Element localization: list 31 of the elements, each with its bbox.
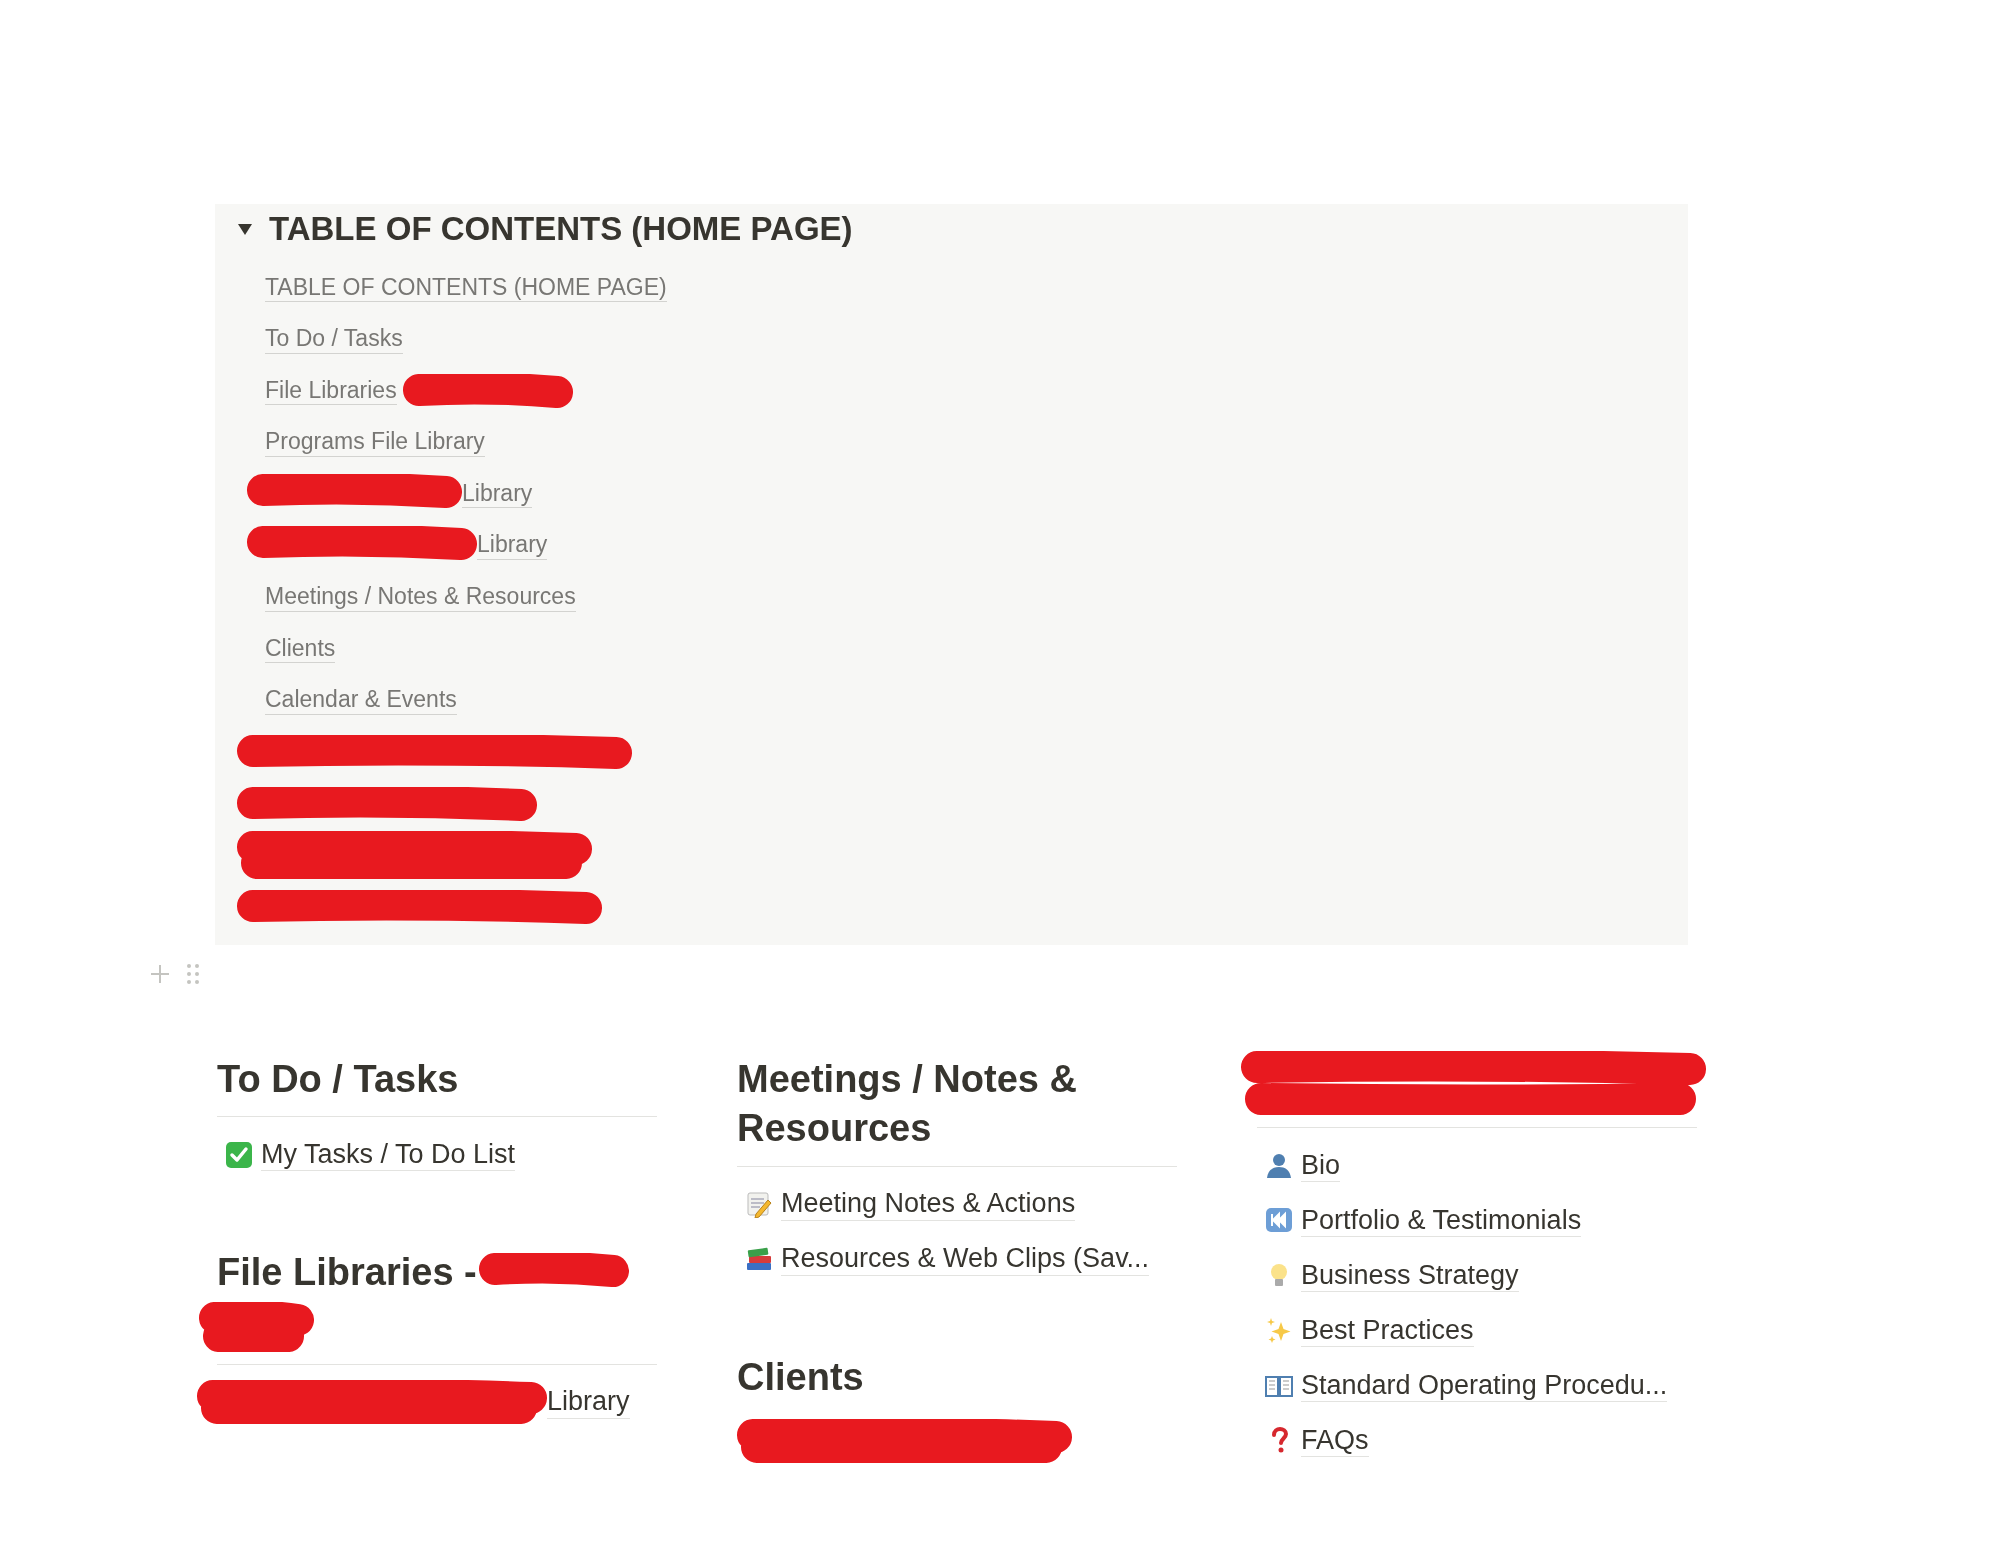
toc-link[interactable]: To Do / Tasks (265, 325, 403, 354)
toc-link[interactable]: Library (462, 479, 533, 509)
rewind-icon (1265, 1206, 1293, 1235)
page-link[interactable]: Bio (1301, 1148, 1341, 1182)
page-link[interactable]: Business Strategy (1301, 1258, 1519, 1292)
section-heading: Clients (737, 1354, 865, 1400)
toc-link[interactable]: Calendar & Events (265, 686, 457, 715)
page-link[interactable]: Standard Operating Procedu... (1301, 1368, 1668, 1402)
checkmark-icon (225, 1140, 253, 1169)
section-heading: File Libraries - (217, 1250, 477, 1296)
toc-link[interactable]: File Libraries (265, 376, 397, 406)
toc-link[interactable]: Programs File Library (265, 428, 485, 457)
toc-link[interactable]: TABLE OF CONTENTS (HOME PAGE) (265, 273, 667, 303)
page-link[interactable]: Resources & Web Clips (Sav... (781, 1242, 1150, 1276)
section-heading: Meetings / Notes & Resources (737, 1056, 1078, 1152)
page-link[interactable]: Library (547, 1385, 630, 1419)
toc-link[interactable]: Meetings / Notes & Resources (265, 583, 576, 612)
page-link[interactable]: My Tasks / To Do List (261, 1137, 516, 1172)
toc-link[interactable]: Clients (265, 634, 336, 664)
toc-link[interactable]: Library (477, 531, 548, 561)
page-link[interactable]: FAQs (1301, 1423, 1369, 1457)
drag-handle-icon[interactable] (186, 961, 200, 986)
toggle-triangle-icon[interactable] (237, 222, 253, 236)
section-heading: To Do / Tasks (217, 1056, 460, 1102)
toggle-title: TABLE OF CONTENTS (HOME PAGE) (269, 209, 853, 250)
memo-pencil-icon (745, 1190, 773, 1218)
books-icon (745, 1245, 773, 1273)
page-link[interactable]: Best Practices (1301, 1313, 1474, 1347)
person-icon (1265, 1151, 1293, 1180)
page-link[interactable]: Meeting Notes & Actions (781, 1187, 1076, 1221)
page-link[interactable]: Portfolio & Testimonials (1301, 1203, 1582, 1237)
